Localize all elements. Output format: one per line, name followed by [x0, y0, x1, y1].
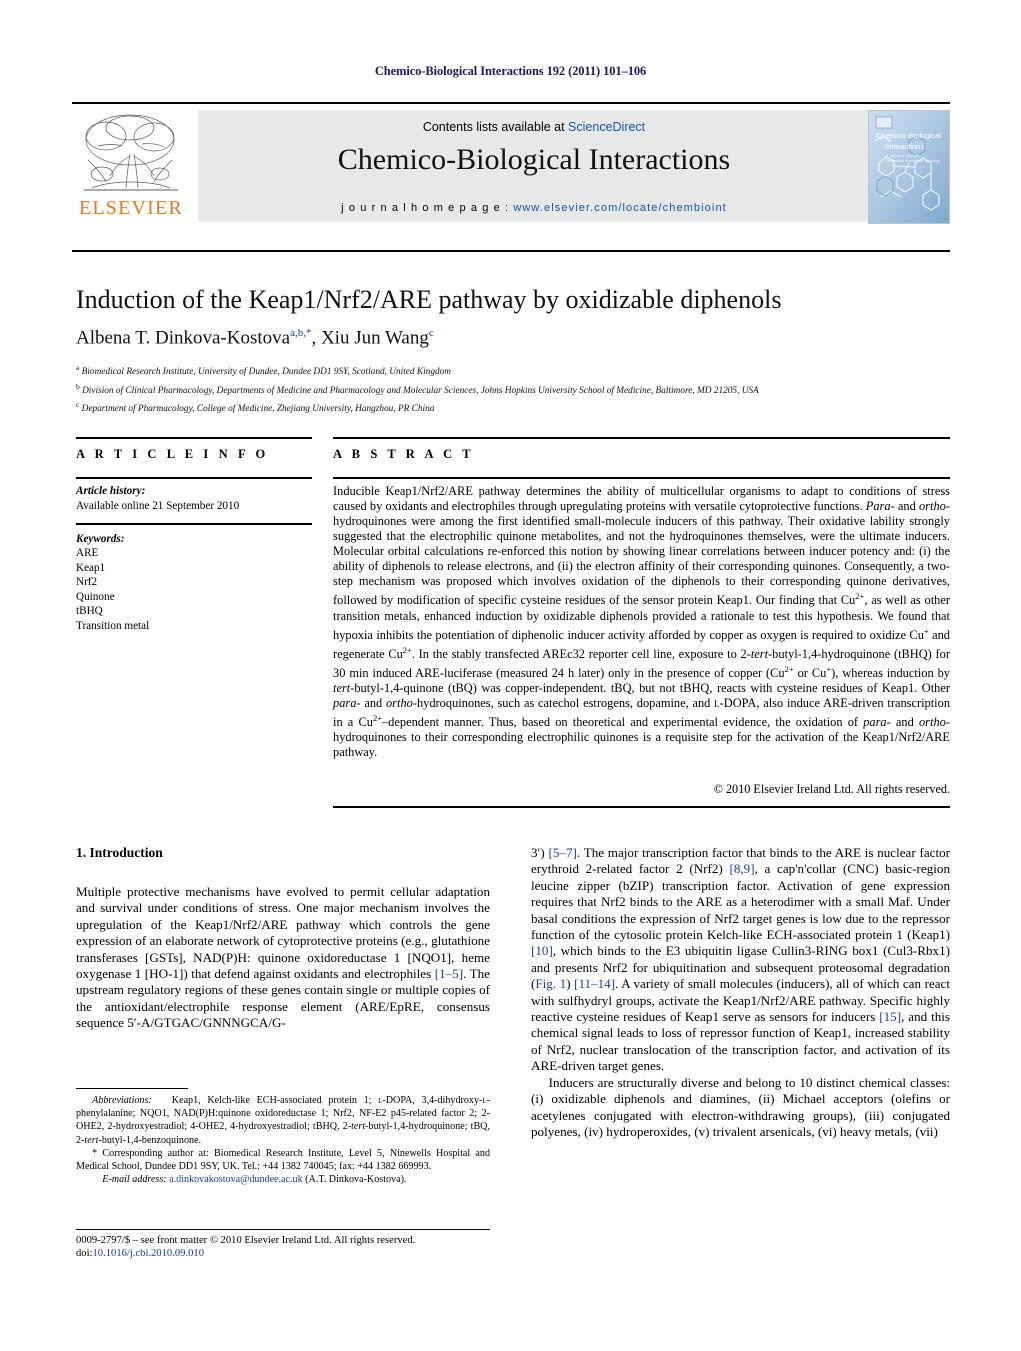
- article-info-top-rule: [76, 437, 312, 439]
- body-paragraph: Multiple protective mechanisms have evol…: [76, 884, 490, 1031]
- masthead-bottom-rule: [72, 250, 950, 252]
- cover-subtitle-line1: A Journal of Molecular,: [886, 154, 920, 158]
- footer-rule: [76, 1229, 490, 1231]
- keyword-item: Quinone: [76, 590, 115, 603]
- body-paragraph: Inducers are structurally diverse and be…: [531, 1074, 950, 1139]
- keyword-item: Keap1: [76, 561, 106, 574]
- article-info-separator-rule: [76, 523, 312, 525]
- article-history-value: Available online 21 September 2010: [76, 499, 240, 512]
- elsevier-wordmark: ELSEVIER: [78, 197, 184, 219]
- keyword-item: tBHQ: [76, 605, 103, 617]
- doi-link[interactable]: 10.1016/j.cbi.2010.09.010: [92, 1248, 204, 1259]
- doi-line: doi:10.1016/j.cbi.2010.09.010: [76, 1247, 536, 1260]
- footer-block: 0009-2797/$ – see front matter © 2010 El…: [76, 1234, 536, 1261]
- email-attribution: (A.T. Dinkova-Kostova).: [305, 1174, 407, 1186]
- contents-prefix: Contents lists available at: [422, 120, 569, 134]
- article-title: Induction of the Keap1/Nrf2/ARE pathway …: [76, 285, 782, 314]
- journal-title: Chemico-Biological Interactions: [337, 143, 731, 176]
- keyword-item: Nrf2: [76, 576, 98, 588]
- abstract-body: Inducible Keap1/Nrf2/ARE pathway determi…: [333, 484, 951, 760]
- running-head: Chemico-Biological Interactions 192 (201…: [374, 64, 647, 78]
- masthead-top-rule: [72, 102, 950, 104]
- article-info-column: Article history: Available online 21 Sep…: [76, 484, 312, 633]
- journal-article-page: Chemico-Biological Interactions 192 (201…: [0, 0, 1021, 1351]
- sciencedirect-link[interactable]: ScienceDirect: [568, 120, 645, 134]
- elsevier-tree-icon: [84, 114, 178, 191]
- journal-masthead: ELSEVIER Contents lists available at Sci…: [72, 102, 950, 224]
- journal-homepage-line: j o u r n a l h o m e p a g e : www.else…: [198, 202, 870, 214]
- abbreviations-note: Abbreviations: Keap1, Kelch-like ECH-ass…: [76, 1095, 491, 1146]
- article-info-mid-rule: [76, 477, 312, 479]
- contents-available-line: Contents lists available at ScienceDirec…: [198, 120, 870, 134]
- email-note: E-mail address: a.dinkovakostova@dundee.…: [76, 1173, 490, 1186]
- homepage-label: j o u r n a l h o m e p a g e :: [341, 202, 514, 214]
- abstract-heading: A B S T R A C T: [333, 447, 475, 461]
- elsevier-logo: ELSEVIER: [72, 110, 190, 222]
- journal-cover-artwork: Chemico-Biological Interactions A Journa…: [869, 111, 949, 223]
- abstract-bottom-rule: [333, 806, 950, 808]
- front-matter-line: 0009-2797/$ – see front matter © 2010 El…: [76, 1235, 416, 1246]
- article-history-label: Article history:: [76, 485, 146, 497]
- affiliation-list: a Biomedical Research Institute, Univers…: [76, 361, 956, 417]
- keywords-label: Keywords:: [76, 532, 125, 545]
- keyword-item: Transition metal: [76, 619, 150, 632]
- body-column-left: Multiple protective mechanisms have evol…: [76, 884, 490, 1032]
- masthead-band: Contents lists available at ScienceDirec…: [198, 110, 870, 222]
- keyword-item: ARE: [76, 547, 99, 559]
- cover-title-line1: Chemico-Biological: [876, 131, 941, 140]
- body-column-right: 3′) [5–7]. The major transcription facto…: [531, 845, 950, 1140]
- keywords-list: ARE Keap1 Nrf2 Quinone tBHQ Transition m…: [76, 546, 312, 633]
- affiliation-b: b Division of Clinical Pharmacology, Dep…: [76, 381, 759, 396]
- abstract-top-rule: [333, 437, 950, 439]
- article-info-heading: A R T I C L E I N F O: [76, 447, 269, 461]
- doi-label: doi:: [76, 1248, 93, 1260]
- abstract-copyright: © 2010 Elsevier Ireland Ltd. All rights …: [713, 782, 950, 796]
- author-list: Albena T. Dinkova-Kostovaa,b,*, Xiu Jun …: [76, 327, 434, 349]
- cover-subtitle-line2: Cellular and Biochemical Toxicology: [886, 159, 940, 163]
- corresponding-author-note: * Corresponding author at: Biomedical Re…: [76, 1147, 490, 1173]
- homepage-url-link[interactable]: www.elsevier.com/locate/chembioint: [513, 202, 726, 214]
- affiliation-a: a Biomedical Research Institute, Univers…: [76, 363, 451, 378]
- section-title-introduction: 1. Introduction: [76, 845, 163, 860]
- email-link[interactable]: a.dinkovakostova@dundee.ac.uk: [169, 1174, 302, 1185]
- affiliation-c: c Department of Pharmacology, College of…: [76, 400, 435, 415]
- footnote-block: Abbreviations: Keap1, Kelch-like ECH-ass…: [76, 1094, 490, 1186]
- footnote-rule: [76, 1088, 188, 1090]
- cover-title-line2: Interactions: [885, 142, 924, 151]
- email-label: E-mail address:: [102, 1174, 167, 1186]
- abstract-mid-rule: [333, 477, 950, 479]
- journal-cover-thumbnail: Chemico-Biological Interactions A Journa…: [868, 110, 950, 224]
- body-paragraph: 3′) [5–7]. The major transcription facto…: [531, 845, 951, 1074]
